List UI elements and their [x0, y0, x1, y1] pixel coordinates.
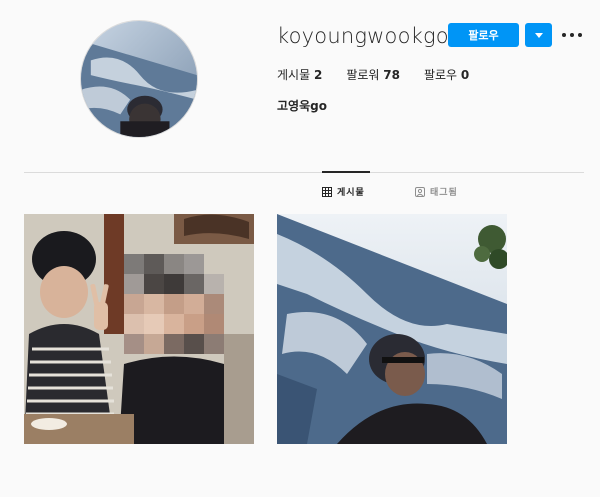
tag-icon [415, 186, 425, 197]
profile-full-name: 고영욱go [277, 99, 327, 113]
profile-avatar[interactable] [80, 20, 198, 138]
post-thumbnail[interactable] [24, 214, 254, 444]
posts-stat-count: 2 [313, 68, 323, 82]
profile-stats: 게시물 2 팔로워 78 팔로우 0 [277, 66, 493, 83]
tab-posts[interactable]: 게시물 [322, 185, 365, 198]
following-stat-label: 팔로우 [423, 68, 458, 82]
chevron-down-icon [534, 32, 543, 38]
post-image [24, 214, 254, 444]
post-image [277, 214, 507, 444]
followers-stat-label: 팔로워 [346, 68, 380, 82]
tab-tagged-label: 태그됨 [430, 188, 458, 198]
post-thumbnail[interactable] [277, 214, 507, 444]
following-stat-count: 0 [460, 68, 470, 82]
profile-username: koyoungwookgo [277, 24, 449, 48]
avatar-image [81, 21, 197, 137]
tab-posts-label: 게시물 [337, 188, 365, 198]
more-options-icon[interactable] [562, 29, 582, 41]
tabs-divider [24, 172, 584, 173]
tab-tagged[interactable]: 태그됨 [415, 185, 458, 198]
follow-options-dropdown-button[interactable] [525, 23, 552, 47]
followers-stat-count: 78 [383, 68, 400, 82]
followers-stat[interactable]: 팔로워 78 [346, 66, 400, 83]
follow-button[interactable]: 팔로우 [448, 23, 519, 47]
posts-stat-label: 게시물 [277, 68, 311, 82]
following-stat[interactable]: 팔로우 0 [424, 66, 469, 83]
grid-icon [322, 186, 332, 197]
posts-stat: 게시물 2 [277, 66, 322, 83]
active-tab-indicator [322, 171, 370, 173]
